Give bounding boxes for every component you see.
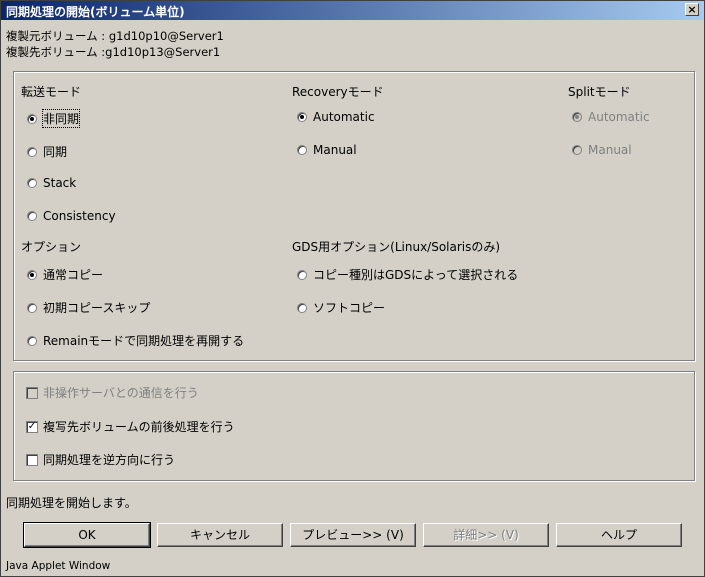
window-title: 同期処理の開始(ボリューム単位) bbox=[6, 5, 185, 19]
checkbox-indicator bbox=[26, 453, 38, 466]
radio-label: Stack bbox=[43, 176, 77, 190]
java-applet-window-label: Java Applet Window bbox=[6, 560, 111, 572]
source-volume-info: 複製元ボリューム : g1d10p10@Server1 bbox=[6, 29, 224, 43]
destination-volume-info: 複製先ボリューム :g1d10p13@Server1 bbox=[6, 45, 221, 59]
option-normal-copy-radio[interactable]: 通常コピー bbox=[27, 266, 103, 283]
radio-label: ソフトコピー bbox=[313, 301, 386, 315]
radio-label: Remainモードで同期処理を再開する bbox=[43, 334, 245, 348]
radio-label: 非同期 bbox=[41, 109, 81, 128]
radio-label: 同期 bbox=[43, 145, 68, 159]
option-skip-initial-copy-radio[interactable]: 初期コピースキップ bbox=[27, 299, 150, 316]
gds-soft-copy-radio[interactable]: ソフトコピー bbox=[297, 299, 385, 316]
gds-options-label: GDS用オプション(Linux/Solarisのみ) bbox=[292, 240, 501, 254]
transfer-mode-consistency-radio[interactable]: Consistency bbox=[27, 209, 116, 223]
destination-pre-post-processing-checkbox[interactable]: ✓ 複写先ボリュームの前後処理を行う bbox=[26, 418, 235, 435]
radio-indicator bbox=[27, 178, 37, 188]
checkbox-label: 非操作サーバとの通信を行う bbox=[43, 386, 199, 400]
radio-indicator bbox=[27, 269, 37, 280]
radio-indicator bbox=[297, 145, 307, 155]
radio-indicator bbox=[572, 112, 582, 122]
transfer-mode-label: 転送モード bbox=[21, 85, 82, 99]
gds-copy-type-radio[interactable]: コピー種別はGDSによって選択される bbox=[297, 266, 518, 283]
dialog-window: 同期処理の開始(ボリューム単位) × 複製元ボリューム : g1d10p10@S… bbox=[0, 0, 705, 577]
radio-indicator bbox=[27, 211, 37, 221]
radio-indicator bbox=[27, 146, 37, 157]
ok-button[interactable]: OK bbox=[23, 522, 151, 548]
radio-label: Manual bbox=[588, 143, 632, 157]
checkbox-label: 複写先ボリュームの前後処理を行う bbox=[43, 420, 235, 434]
transfer-mode-stack-radio[interactable]: Stack bbox=[27, 176, 76, 190]
radio-label: 通常コピー bbox=[43, 268, 104, 282]
reverse-sync-checkbox[interactable]: 同期処理を逆方向に行う bbox=[26, 451, 175, 468]
radio-label: Consistency bbox=[43, 209, 116, 223]
radio-label: Automatic bbox=[313, 110, 375, 124]
options-label: オプション bbox=[21, 240, 82, 254]
status-message: 同期処理を開始します。 bbox=[6, 496, 137, 510]
transfer-mode-async-radio[interactable]: 非同期 bbox=[27, 109, 81, 128]
recovery-mode-manual-radio[interactable]: Manual bbox=[297, 143, 357, 157]
recovery-mode-automatic-radio[interactable]: Automatic bbox=[297, 110, 375, 124]
radio-label: コピー種別はGDSによって選択される bbox=[313, 268, 519, 282]
preview-button[interactable]: プレビュー>> (V) bbox=[290, 523, 416, 547]
radio-indicator bbox=[297, 112, 307, 122]
split-mode-manual-radio[interactable]: Manual bbox=[572, 143, 632, 157]
radio-label: Automatic bbox=[588, 110, 650, 124]
split-mode-label: Splitモード bbox=[568, 85, 631, 99]
close-button[interactable]: × bbox=[685, 3, 699, 16]
help-button[interactable]: ヘルプ bbox=[556, 523, 682, 547]
radio-indicator bbox=[297, 302, 307, 313]
checkbox-indicator bbox=[26, 386, 38, 399]
radio-indicator bbox=[27, 113, 37, 124]
checkbox-label: 同期処理を逆方向に行う bbox=[43, 453, 176, 467]
transfer-mode-sync-radio[interactable]: 同期 bbox=[27, 143, 67, 160]
radio-indicator bbox=[27, 335, 37, 346]
radio-label: 初期コピースキップ bbox=[43, 301, 151, 315]
details-button[interactable]: 詳細>> (V) bbox=[423, 523, 549, 547]
radio-label: Manual bbox=[313, 143, 357, 157]
recovery-mode-label: Recoveryモード bbox=[292, 85, 384, 99]
split-mode-automatic-radio[interactable]: Automatic bbox=[572, 110, 650, 124]
check-mark-icon: ✓ bbox=[26, 420, 38, 433]
radio-indicator bbox=[297, 269, 307, 280]
option-remain-mode-radio[interactable]: Remainモードで同期処理を再開する bbox=[27, 332, 244, 349]
cancel-button[interactable]: キャンセル bbox=[157, 523, 283, 547]
radio-indicator bbox=[572, 145, 582, 155]
non-operation-server-comm-checkbox[interactable]: 非操作サーバとの通信を行う bbox=[26, 384, 199, 401]
radio-indicator bbox=[27, 302, 37, 313]
title-bar[interactable]: 同期処理の開始(ボリューム単位) × bbox=[1, 1, 704, 20]
